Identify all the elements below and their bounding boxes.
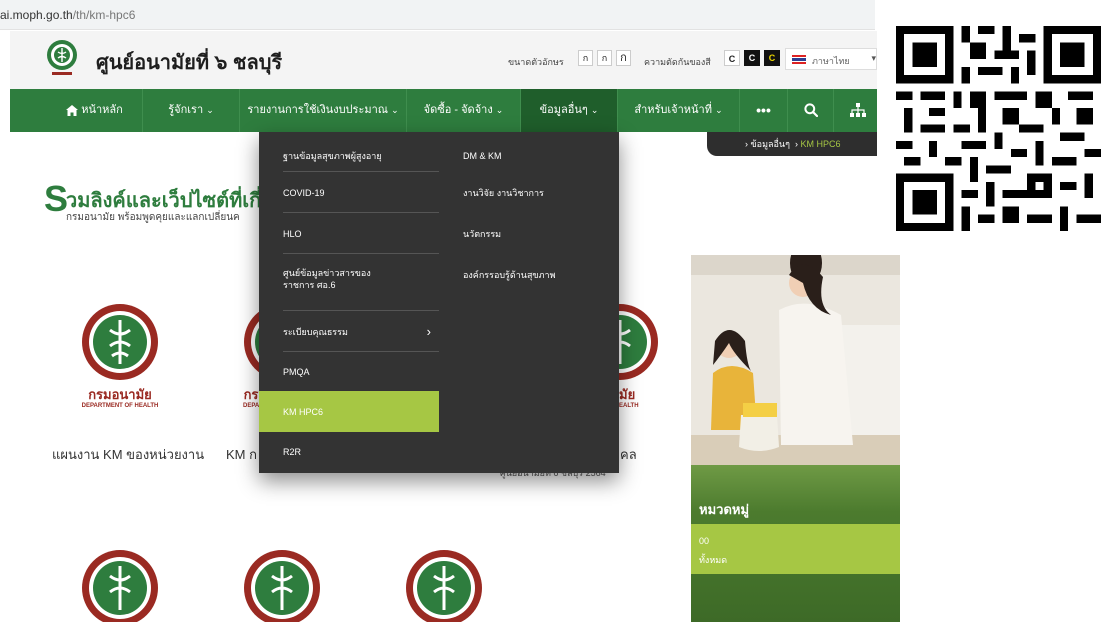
chevron-down-icon: ▾ xyxy=(871,53,876,63)
department-emblem-icon[interactable] xyxy=(80,302,160,382)
chevron-down-icon: ⌄ xyxy=(715,105,723,115)
menu-item-covid-19[interactable]: COVID-19 xyxy=(259,172,439,213)
card-caption[interactable]: แผนงาน KM ของหน่วยงาน xyxy=(52,444,204,465)
menu-item-official-info-center[interactable]: ศูนย์ข้อมูลข่าวสารของราชการ ศอ.6 xyxy=(259,254,439,311)
menu-item-hlo[interactable]: HLO xyxy=(259,213,439,254)
contrast-normal-button[interactable]: C xyxy=(724,50,740,66)
nav-staff[interactable]: สำหรับเจ้าหน้าที่ ⌄ xyxy=(618,89,740,132)
menu-item-r2r[interactable]: R2R xyxy=(259,432,439,473)
nav-staff-label: สำหรับเจ้าหน้าที่ xyxy=(634,104,712,116)
nav-procurement[interactable]: จัดซื้อ - จัดจ้าง ⌄ xyxy=(407,89,521,132)
department-name-en: EALTH xyxy=(619,403,639,409)
font-size-large-button[interactable]: ก xyxy=(616,50,631,66)
menu-item-label: นวัตกรรม xyxy=(463,229,502,239)
chevron-down-icon: ⌄ xyxy=(495,105,504,115)
department-name-en: DEPAR xyxy=(243,403,259,409)
menu-item-label: R2R xyxy=(283,447,302,457)
category-all-label: ทั้งหมด xyxy=(699,555,728,565)
contrast-yellow-button[interactable]: C xyxy=(764,50,780,66)
breadcrumb: › ข้อมูลอื่นๆ › KM HPC6 xyxy=(707,132,877,156)
department-name-en: DEPARTMENT OF HEALTH xyxy=(81,403,159,409)
site-header: ศูนย์อนามัยที่ ๖ ชลบุรี ขนาดตัวอักษร ก ก… xyxy=(10,31,877,89)
department-name: มัย EALTH xyxy=(619,388,649,409)
qr-code-icon xyxy=(896,26,1101,231)
menu-item-label: ฐานข้อมูลสุขภาพผู้สูงอายุ xyxy=(283,151,382,161)
breadcrumb-current: KM HPC6 xyxy=(800,139,841,149)
nav-sitemap-button[interactable] xyxy=(834,89,877,132)
menu-item-pmqa[interactable]: PMQA xyxy=(259,352,439,391)
menu-item-label: องค์กรรอบรู้ด้านสุขภาพ xyxy=(463,270,556,280)
chevron-down-icon: ⌄ xyxy=(590,105,599,115)
department-emblem-icon[interactable] xyxy=(242,548,322,622)
menu-item-ethics-regulation[interactable]: ระเบียบคุณธรรม › xyxy=(259,311,439,352)
breadcrumb-parent[interactable]: ข้อมูลอื่นๆ xyxy=(751,139,790,149)
nav-about-label: รู้จักเรา xyxy=(168,104,204,116)
language-select[interactable]: ภาษาไทย ▾ xyxy=(785,48,877,70)
menu-item-label: KM HPC6 xyxy=(283,407,324,417)
breadcrumb-separator-icon: › xyxy=(792,139,798,149)
department-emblem-icon[interactable] xyxy=(404,548,484,622)
nav-search-button[interactable] xyxy=(788,89,834,132)
nav-budget-report[interactable]: รายงานการใช้เงินงบประมาณ ⌄ xyxy=(240,89,407,132)
card-caption[interactable]: คล xyxy=(620,444,637,465)
chevron-down-icon: ⌄ xyxy=(391,105,399,115)
menu-item-elderly-health-database[interactable]: ฐานข้อมูลสุขภาพผู้สูงอายุ xyxy=(259,138,439,172)
menu-item-label: HLO xyxy=(283,229,302,239)
search-icon xyxy=(803,103,818,118)
font-size-label: ขนาดตัวอักษร xyxy=(508,57,564,67)
department-name-th: มัย xyxy=(619,387,636,402)
home-icon xyxy=(66,104,79,116)
department-name-th: กรมอนามัย xyxy=(88,387,152,402)
category-promo-panel: หมวดหมู่ 00 ทั้งหมด xyxy=(691,255,900,622)
category-count: 00 xyxy=(699,536,710,546)
chevron-down-icon: ⌄ xyxy=(206,105,214,115)
nav-other-info-label: ข้อมูลอื่นๆ xyxy=(539,104,588,116)
chevron-right-icon: › xyxy=(426,323,431,339)
other-info-dropdown-menu: ฐานข้อมูลสุขภาพผู้สูงอายุ COVID-19 HLO ศ… xyxy=(259,132,619,473)
contrast-dark-button[interactable]: C xyxy=(744,50,760,66)
menu-item-dm-km[interactable]: DM & KM xyxy=(439,138,619,172)
browser-address-bar[interactable]: ai.moph.go.th/th/km-hpc6 xyxy=(0,0,875,30)
menu-item-health-literate-org[interactable]: องค์กรรอบรู้ด้านสุขภาพ xyxy=(439,254,619,295)
nav-home[interactable]: หน้าหลัก xyxy=(47,89,143,132)
nav-procurement-label: จัดซื้อ - จัดจ้าง xyxy=(423,104,493,116)
nav-about[interactable]: รู้จักเรา ⌄ xyxy=(143,89,240,132)
language-label: ภาษาไทย xyxy=(812,56,850,66)
font-size-small-button[interactable]: ก xyxy=(578,50,593,66)
heading-initial: S xyxy=(44,178,69,219)
site-title[interactable]: ศูนย์อนามัยที่ ๖ ชลบุรี xyxy=(96,46,282,78)
department-name: กรมอนามัย DEPARTMENT OF HEALTH xyxy=(79,388,161,409)
menu-item-label: ศูนย์ข้อมูลข่าวสารของราชการ ศอ.6 xyxy=(283,268,371,291)
url-host: ai.moph.go.th xyxy=(0,8,73,22)
more-dots-icon: ••• xyxy=(756,102,771,118)
menu-item-label: ระเบียบคุณธรรม xyxy=(283,327,348,337)
menu-item-innovation[interactable]: นวัตกรรม xyxy=(439,213,619,254)
department-logo-icon[interactable] xyxy=(46,39,78,79)
department-emblem-icon[interactable] xyxy=(80,548,160,622)
menu-item-label: PMQA xyxy=(283,367,310,377)
url-path: /th/km-hpc6 xyxy=(72,8,136,22)
nav-other-info[interactable]: ข้อมูลอื่นๆ ⌄ xyxy=(521,89,618,132)
sitemap-icon xyxy=(850,103,866,118)
category-title: หมวดหมู่ xyxy=(699,502,750,517)
mother-daughter-illustration xyxy=(691,255,900,497)
nav-budget-report-label: รายงานการใช้เงินงบประมาณ xyxy=(247,104,388,116)
nav-home-label: หน้าหลัก xyxy=(81,104,123,116)
page-subtitle: กรมอนามัย พร้อมพูดคุยและแลกเปลี่ยนค xyxy=(66,212,240,223)
main-nav: หน้าหลัก รู้จักเรา ⌄ รายงานการใช้เงินงบป… xyxy=(10,89,877,132)
url-text[interactable]: ai.moph.go.th/th/km-hpc6 xyxy=(0,8,135,22)
menu-item-label: งานวิจัย งานวิชาการ xyxy=(463,188,544,198)
menu-item-research[interactable]: งานวิจัย งานวิชาการ xyxy=(439,172,619,213)
contrast-label: ความตัดกันของสี xyxy=(644,57,711,67)
menu-item-km-hpc6[interactable]: KM HPC6 xyxy=(259,391,439,432)
breadcrumb-separator-icon: › xyxy=(745,139,748,149)
menu-item-label: DM & KM xyxy=(463,151,502,161)
department-name-th: กร xyxy=(243,388,259,402)
department-name: กร DEPAR xyxy=(243,388,259,409)
card-caption[interactable]: KM ก xyxy=(226,444,257,465)
menu-item-label: COVID-19 xyxy=(283,188,325,198)
font-size-medium-button[interactable]: ก xyxy=(597,50,612,66)
nav-more-button[interactable]: ••• xyxy=(740,89,788,132)
thai-flag-icon xyxy=(792,55,806,64)
